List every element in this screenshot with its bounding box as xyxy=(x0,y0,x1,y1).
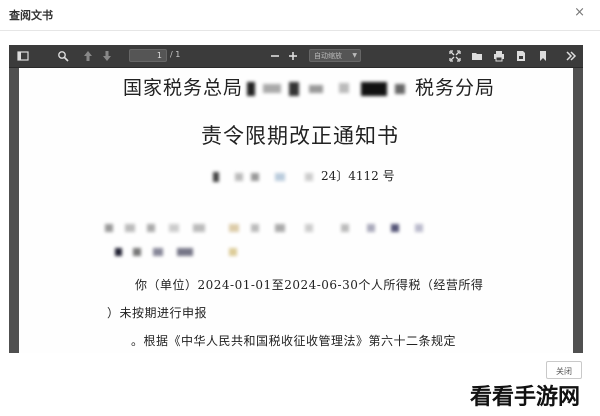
sidebar-toggle-icon[interactable] xyxy=(15,48,31,64)
search-icon[interactable] xyxy=(55,48,71,64)
dialog-titlebar: 查阅文书 × xyxy=(0,0,600,31)
redacted-block xyxy=(229,224,239,232)
dialog-title: 查阅文书 xyxy=(9,9,53,22)
redacted-block xyxy=(133,248,141,256)
redacted-block xyxy=(229,248,237,256)
close-icon[interactable]: × xyxy=(574,5,585,20)
page-number-input[interactable]: 1 xyxy=(129,49,167,62)
page-count: / 1 xyxy=(170,50,181,59)
bookmark-icon[interactable] xyxy=(535,48,551,64)
redacted-block xyxy=(367,224,375,232)
body-line: ）未按期进行申报 xyxy=(107,306,208,320)
viewer-toolbar: 1 / 1 自动缩放 ▼ xyxy=(9,45,583,68)
document-number-text: 24〕4112 号 xyxy=(321,169,395,183)
redacted-block xyxy=(391,224,399,232)
body-line: 。根据《中华人民共和国税收征收管理法》第六十二条规定 xyxy=(131,334,457,348)
redacted-block xyxy=(275,224,285,232)
pdf-viewer: 1 / 1 自动缩放 ▼ 国家税务总局 税务分局 责令限期改正通知书 24〕41… xyxy=(9,45,583,353)
redacted-block xyxy=(193,224,205,232)
redacted-block xyxy=(213,170,321,184)
redacted-block xyxy=(251,224,259,232)
redacted-block xyxy=(305,224,313,232)
redacted-block xyxy=(177,248,193,256)
zoom-in-icon[interactable] xyxy=(285,48,301,64)
header-authority: 国家税务总局 xyxy=(123,77,244,99)
document-header: 国家税务总局 税务分局 xyxy=(123,73,495,100)
document-heading: 责令限期改正通知书 xyxy=(201,124,399,148)
chevron-down-icon: ▼ xyxy=(352,52,357,59)
redacted-block xyxy=(341,224,349,232)
print-icon[interactable] xyxy=(491,48,507,64)
close-button[interactable]: 关闭 xyxy=(546,361,582,379)
zoom-select-value: 自动缩放 xyxy=(314,52,342,60)
redacted-block xyxy=(115,248,122,256)
body-line: 你（单位）2024-01-01至2024-06-30个人所得税（经营所得 xyxy=(135,278,484,292)
next-page-icon[interactable] xyxy=(99,48,115,64)
document-page: 国家税务总局 税务分局 责令限期改正通知书 24〕4112 号 你（单位）202… xyxy=(19,68,573,353)
redacted-block xyxy=(153,248,163,256)
zoom-out-icon[interactable] xyxy=(267,48,283,64)
download-icon[interactable] xyxy=(513,48,529,64)
redacted-block xyxy=(415,224,423,232)
document-number: 24〕4112 号 xyxy=(213,167,395,184)
redacted-block xyxy=(169,224,179,232)
previous-page-icon[interactable] xyxy=(80,48,96,64)
zoom-select[interactable]: 自动缩放 ▼ xyxy=(309,49,361,62)
presentation-mode-icon[interactable] xyxy=(447,48,463,64)
open-file-icon[interactable] xyxy=(469,48,485,64)
tools-icon[interactable] xyxy=(563,48,579,64)
document-dialog: 查阅文书 × 1 / 1 自动缩放 ▼ 国家税务总局 税务分局 责令限期改正通知… xyxy=(0,0,600,416)
redacted-block xyxy=(105,224,113,232)
redacted-block xyxy=(243,79,415,99)
header-branch: 税务分局 xyxy=(415,77,496,99)
site-watermark: 看看手游网 xyxy=(470,385,581,410)
redacted-block xyxy=(125,224,135,232)
redacted-block xyxy=(147,224,155,232)
